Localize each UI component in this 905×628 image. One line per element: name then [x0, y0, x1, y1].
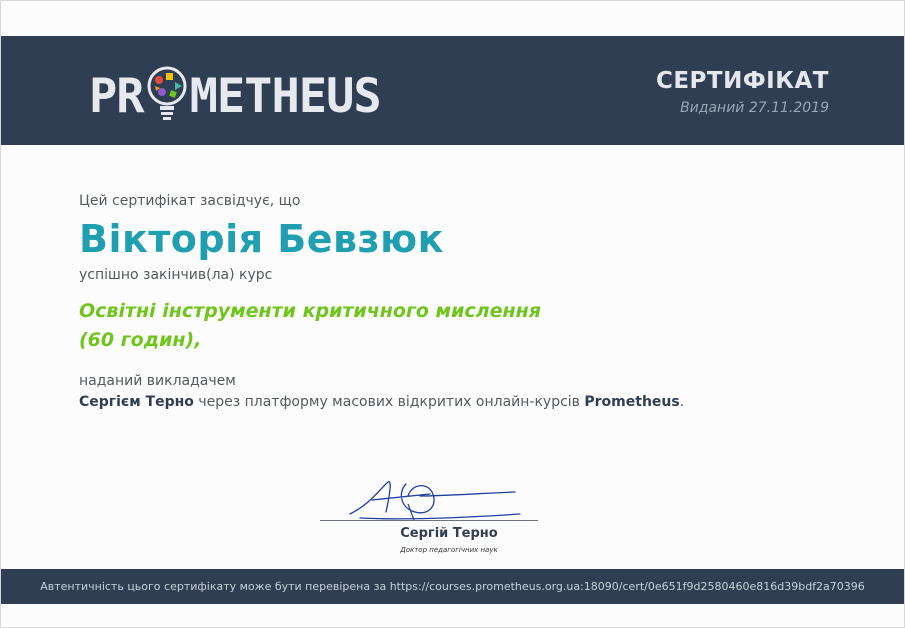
intro-text: Цей сертифікат засвідчує, що	[79, 193, 301, 209]
via-text: через платформу масових відкритих онлайн…	[193, 394, 585, 410]
teacher-line: Сергієм Терно через платформу масових ві…	[79, 392, 819, 413]
completed-text: успішно закінчив(ла) курс	[79, 267, 273, 283]
course-title: Освітні інструменти критичного мислення	[79, 300, 541, 322]
course-hours: (60 годин),	[79, 329, 202, 351]
certificate-body: Цей сертифікат засвідчує, що Вікторія Бе…	[79, 190, 819, 413]
period: .	[679, 394, 685, 410]
given-by-text: наданий викладачем	[79, 373, 236, 389]
verification-text[interactable]: Автентичність цього сертифікату може бут…	[40, 580, 865, 593]
signer-title: Доктор педагогічних наук	[400, 546, 498, 554]
lightbulb-icon	[147, 66, 187, 120]
certificate-header: PR METHEUS СЕРТИФІКАТ Виданий 27.11.2019	[1, 36, 904, 145]
course-name: Освітні інструменти критичного мислення …	[79, 297, 819, 355]
handwritten-signature	[349, 481, 521, 521]
signature-block: Сергій Терно Доктор педагогічних наук	[320, 474, 538, 564]
teacher-info: наданий викладачем Сергієм Терно через п…	[79, 371, 819, 413]
signer-name: Сергій Терно	[400, 526, 498, 541]
platform-name: Prometheus	[584, 394, 680, 410]
issue-date: Виданий 27.11.2019	[680, 100, 829, 116]
verification-footer: Автентичність цього сертифікату може бут…	[1, 569, 904, 604]
certificate-title: СЕРТИФІКАТ	[655, 68, 829, 94]
recipient-name: Вікторія Бевзюк	[79, 217, 444, 261]
teacher-name: Сергієм Терно	[79, 394, 194, 410]
logo-text-right: METHEUS	[189, 68, 382, 124]
prometheus-logo: PR METHEUS	[89, 60, 382, 132]
signature-line	[320, 520, 538, 521]
logo-text-left: PR	[89, 68, 145, 124]
